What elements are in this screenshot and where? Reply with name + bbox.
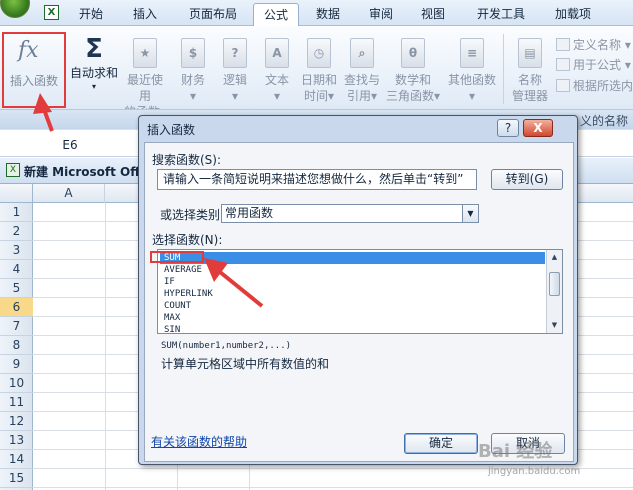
- watermark-url: jingyan.baidu.com: [488, 466, 581, 477]
- annotation-arrows: [33, 93, 264, 308]
- arrow-to-insert-function: [33, 93, 54, 132]
- watermark: Bai 经验: [478, 441, 553, 462]
- arrow-to-sum: [204, 258, 264, 308]
